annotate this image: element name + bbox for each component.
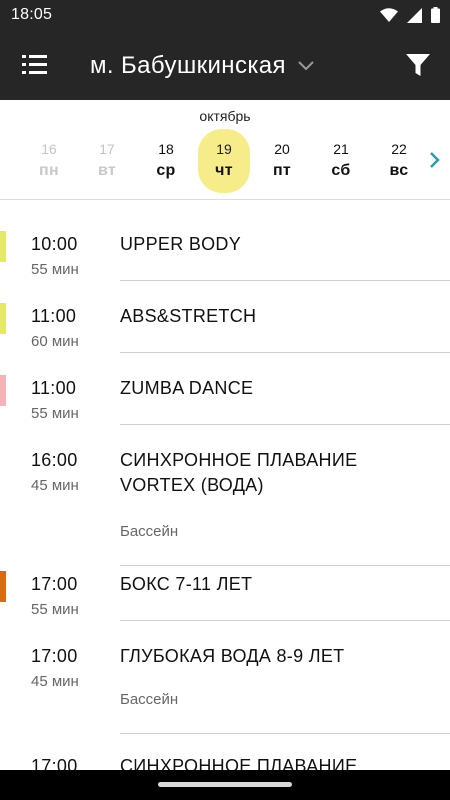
- wifi-icon: [380, 7, 398, 28]
- class-row[interactable]: 17:00 СИНХРОННОЕ ПЛАВАНИЕ: [0, 722, 450, 776]
- class-row[interactable]: 16:00 45 мин СИНХРОННОЕ ПЛАВАНИЕ VORTEX (В…: [0, 416, 450, 566]
- day-weekday: пт: [272, 162, 292, 179]
- day-20[interactable]: 20 пт: [256, 129, 308, 193]
- class-color-marker: [0, 303, 6, 334]
- class-duration: 45 мин: [31, 673, 79, 690]
- class-time: 17:00: [31, 646, 78, 666]
- day-weekday: ср: [156, 162, 176, 179]
- class-title: ГЛУБОКАЯ ВОДА 8-9 ЛЕТ: [120, 646, 345, 666]
- day-weekday: вс: [389, 162, 409, 179]
- day-weekday: чт: [215, 162, 233, 179]
- filter-icon[interactable]: [404, 51, 432, 79]
- day-number: 21: [333, 141, 349, 157]
- day-weekday: вт: [97, 162, 117, 179]
- cellular-icon: [407, 7, 422, 28]
- class-title: СИНХРОННОЕ ПЛАВАНИЕ VORTEX (ВОДА): [120, 450, 358, 495]
- class-title: UPPER BODY: [120, 234, 242, 254]
- chevron-right-icon[interactable]: [426, 149, 444, 171]
- battery-icon: [431, 7, 440, 28]
- class-color-marker: [0, 375, 6, 406]
- class-row[interactable]: 10:00 55 мин UPPER BODY: [0, 200, 450, 281]
- status-bar: 18:05: [0, 0, 450, 30]
- day-17: 17 вт: [81, 129, 133, 193]
- class-row[interactable]: 17:00 45 мин ГЛУБОКАЯ ВОДА 8-9 ЛЕТ Бассейн: [0, 612, 450, 734]
- list-menu-icon[interactable]: [20, 52, 50, 78]
- day-weekday: сб: [331, 162, 351, 179]
- class-time: 11:00: [31, 306, 77, 326]
- day-19[interactable]: 19 чт: [198, 129, 250, 193]
- class-row[interactable]: 11:00 60 мин ABS&STRETCH: [0, 272, 450, 353]
- class-location: Бассейн: [120, 691, 179, 708]
- day-number: 18: [158, 141, 174, 157]
- home-indicator[interactable]: [158, 782, 292, 787]
- navigation-bar: [0, 770, 450, 800]
- class-row[interactable]: 11:00 55 мин ZUMBA DANCE: [0, 344, 450, 425]
- day-number: 20: [274, 141, 290, 157]
- day-16: 16 пн: [23, 129, 75, 193]
- class-title: БОКС 7-11 ЛЕТ: [120, 574, 253, 594]
- class-location: Бассейн: [120, 523, 179, 540]
- chevron-down-icon: [298, 58, 314, 76]
- day-22[interactable]: 22 вс: [373, 129, 425, 193]
- day-weekday: пн: [39, 162, 59, 179]
- status-time: 18:05: [11, 6, 53, 23]
- class-duration: 45 мин: [31, 477, 79, 494]
- status-icons: [380, 7, 440, 28]
- month-label: октябрь: [199, 108, 251, 124]
- class-time: 11:00: [31, 378, 77, 398]
- class-title: ZUMBA DANCE: [120, 378, 254, 398]
- class-color-marker: [0, 231, 6, 262]
- location-selector[interactable]: м. Бабушкинская: [90, 52, 314, 80]
- class-time: 16:00: [31, 450, 78, 470]
- class-title: ABS&STRETCH: [120, 306, 257, 326]
- location-title: м. Бабушкинская: [90, 52, 286, 79]
- day-number: 22: [391, 141, 407, 157]
- class-row[interactable]: 17:00 55 мин БОКС 7-11 ЛЕТ: [0, 540, 450, 621]
- day-21[interactable]: 21 сб: [315, 129, 367, 193]
- day-number: 16: [41, 141, 57, 157]
- week-calendar: октябрь 16 пн 17 вт 18 ср 19 чт 20 пт 21 сб 22 вс: [0, 100, 450, 200]
- day-number: 17: [99, 141, 115, 157]
- class-time: 10:00: [31, 234, 78, 254]
- day-18[interactable]: 18 ср: [140, 129, 192, 193]
- class-time: 17:00: [31, 574, 78, 594]
- day-number: 19: [216, 141, 232, 157]
- app-bar: м. Бабушкинская: [0, 30, 450, 100]
- class-color-marker: [0, 571, 6, 602]
